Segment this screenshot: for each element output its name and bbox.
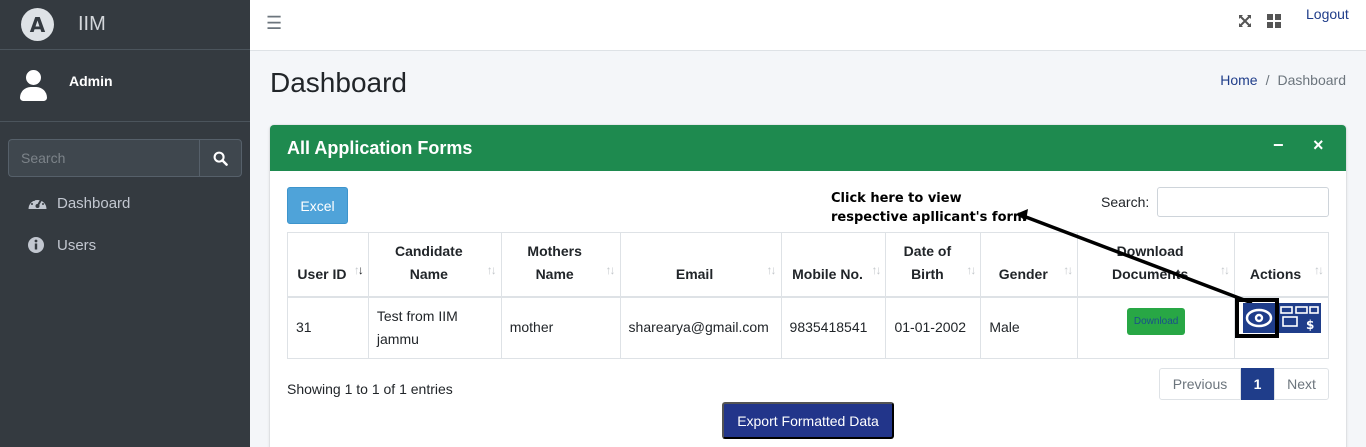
sort-icon: ↑↓ [1063, 262, 1073, 277]
sort-icon: ↑↓ [1314, 262, 1324, 277]
sort-icon: ↑↓ [353, 262, 364, 277]
fullscreen-icon[interactable] [1238, 14, 1252, 33]
search-icon [213, 151, 228, 166]
column-header-download-documents[interactable]: Download Documents ↑↓ [1077, 232, 1235, 297]
brand[interactable]: A IIM [0, 0, 250, 50]
sort-icon: ↑↓ [966, 262, 976, 277]
info-circle-icon [27, 236, 49, 254]
table-header-row: User ID ↑↓ Candidate Name ↑↓ Mothers Name ↑… [287, 232, 1329, 297]
tachometer-icon [27, 194, 49, 212]
pagination-next[interactable]: Next [1274, 368, 1329, 400]
sort-icon: ↑↓ [871, 262, 881, 277]
cell-user-id: 31 [287, 296, 369, 359]
column-header-gender[interactable]: Gender ↑↓ [980, 232, 1079, 297]
table-search-input[interactable] [1157, 187, 1329, 217]
table-row: 31 Test from IIM jammu mother sharearya@… [287, 296, 1329, 359]
pagination: Previous 1 Next [1159, 368, 1329, 400]
annotation-line-2: respective apllicant's form [831, 210, 1027, 225]
entries-info: Showing 1 to 1 of 1 entries [287, 381, 453, 397]
cell-candidate-name: Test from IIM jammu [367, 296, 502, 359]
pagination-page-1[interactable]: 1 [1241, 368, 1274, 400]
excel-export-button[interactable]: Excel [287, 187, 348, 224]
download-button[interactable]: Download [1126, 307, 1186, 335]
breadcrumb-home-link[interactable]: Home [1220, 72, 1257, 88]
widgets-grid-icon[interactable] [1267, 14, 1281, 33]
top-navbar: ☰ Logout [250, 0, 1366, 51]
sidebar-item-label: Dashboard [57, 194, 131, 212]
menu-toggle-icon[interactable]: ☰ [266, 13, 282, 34]
cell-gender: Male [980, 296, 1079, 359]
sidebar-item-users[interactable]: Users [27, 236, 96, 254]
column-header-mothers-name[interactable]: Mothers Name ↑↓ [500, 232, 621, 297]
card-title: All Application Forms [287, 137, 473, 158]
user-avatar-icon [20, 69, 47, 102]
applications-table: User ID ↑↓ Candidate Name ↑↓ Mothers Name ↑… [287, 232, 1329, 359]
cell-actions [1234, 296, 1329, 359]
cell-dob: 01-01-2002 [885, 296, 982, 359]
pagination-previous[interactable]: Previous [1159, 368, 1241, 400]
sort-icon: ↑↓ [1220, 262, 1230, 277]
application-forms-card: All Application Forms − × Excel Click he… [270, 125, 1346, 447]
table-search-label: Search: [1101, 194, 1150, 210]
brand-name: IIM [78, 13, 106, 35]
cell-download: Download [1077, 296, 1235, 359]
user-name[interactable]: Admin [69, 73, 113, 89]
breadcrumb-current: Dashboard [1277, 72, 1347, 88]
sort-icon: ↑↓ [766, 262, 777, 277]
cell-mobile: 9835418541 [780, 296, 887, 359]
brand-logo: A [21, 8, 54, 41]
sort-icon: ↑↓ [605, 262, 616, 277]
sidebar-item-dashboard[interactable]: Dashboard [27, 194, 130, 212]
column-header-actions[interactable]: Actions ↑↓ [1234, 232, 1329, 297]
annotation-line-1: Click here to view [831, 191, 962, 206]
export-formatted-data-button[interactable]: Export Formatted Data [722, 402, 894, 439]
user-panel: Admin [0, 50, 250, 122]
cell-email: sharearya@gmail.com [619, 296, 782, 359]
column-header-mobile[interactable]: Mobile No. ↑↓ [780, 232, 887, 297]
sidebar-search-input[interactable] [8, 139, 199, 177]
column-header-email[interactable]: Email ↑↓ [619, 232, 782, 297]
sidebar-item-label: Users [57, 236, 97, 254]
close-button[interactable]: × [1313, 135, 1324, 156]
breadcrumb: Home / Dashboard [1220, 72, 1346, 88]
annotation-callout: Click here to view respective apllicant'… [831, 189, 1026, 227]
breadcrumb-separator: / [1265, 72, 1270, 88]
column-header-dob[interactable]: Date of Birth ↑↓ [885, 232, 982, 297]
sidebar-search [8, 139, 242, 177]
sidebar: A IIM Admin Dashboard Users [0, 0, 250, 447]
logout-link[interactable]: Logout [1306, 6, 1349, 22]
sidebar-search-button[interactable] [199, 139, 242, 177]
page-title: Dashboard [270, 67, 407, 98]
cell-mothers-name: mother [500, 296, 621, 359]
sort-icon: ↑↓ [486, 262, 497, 277]
card-header: All Application Forms − × [270, 125, 1346, 171]
minimize-button[interactable]: − [1273, 135, 1284, 156]
column-header-candidate-name[interactable]: Candidate Name ↑↓ [367, 232, 502, 297]
column-header-user-id[interactable]: User ID ↑↓ [287, 232, 369, 297]
